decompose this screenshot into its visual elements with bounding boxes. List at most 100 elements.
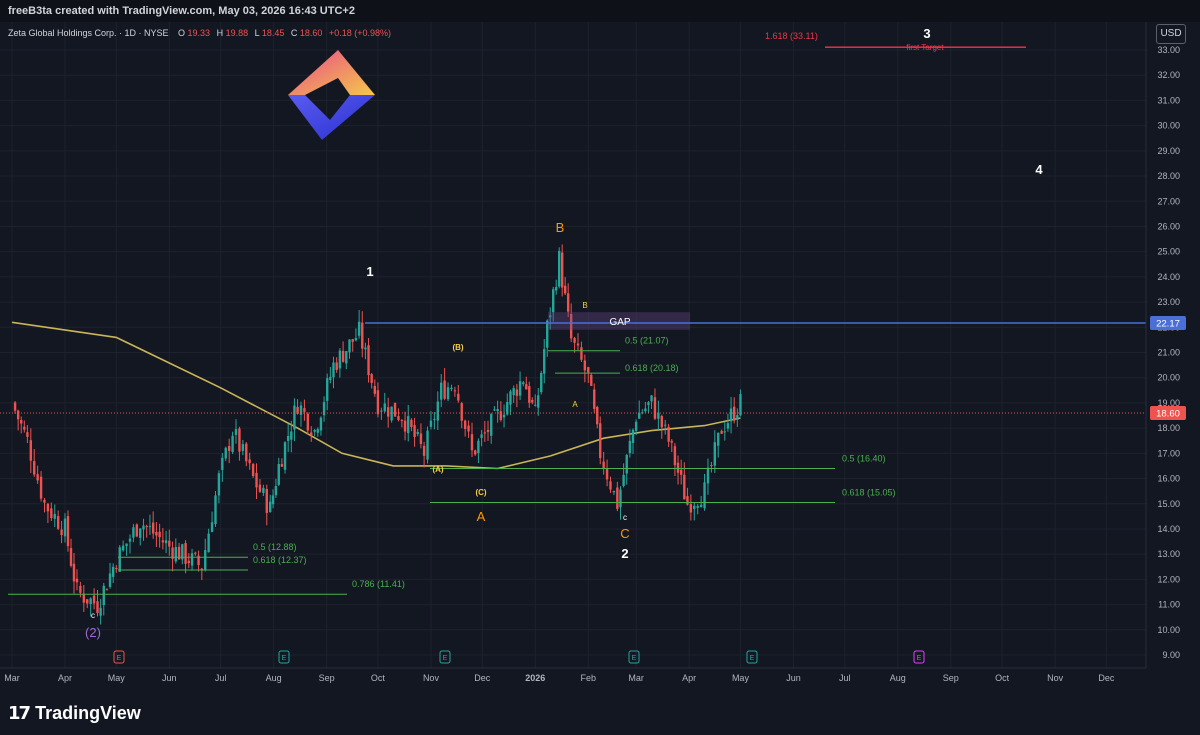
- candle-body: [509, 391, 512, 405]
- candle-body: [566, 293, 570, 312]
- candle-body: [75, 578, 79, 583]
- y-tick-label: 27.00: [1157, 196, 1180, 206]
- candle-body: [686, 496, 689, 505]
- ohlc-c: 18.60: [300, 28, 323, 38]
- candle-body: [227, 446, 231, 451]
- candle-body: [657, 412, 660, 419]
- candle-body: [723, 431, 726, 433]
- candle-body: [720, 430, 723, 434]
- x-tick-label: Sep: [943, 673, 959, 683]
- tradingview-icon: 17: [8, 702, 31, 724]
- candle-body: [580, 347, 583, 360]
- wave-label-C: C: [620, 526, 629, 541]
- candle-body: [605, 468, 609, 480]
- candle-body: [558, 251, 561, 287]
- candle-body: [729, 408, 733, 422]
- candle-body: [634, 421, 638, 431]
- x-tick-label: Apr: [58, 673, 72, 683]
- candle-body: [540, 373, 543, 393]
- y-tick-label: 18.00: [1157, 423, 1180, 433]
- candle-body: [265, 489, 268, 513]
- candle-body: [619, 489, 622, 508]
- x-tick-label: May: [732, 673, 750, 683]
- candle-body: [367, 345, 370, 376]
- candle-body: [502, 414, 506, 418]
- earnings-label: E: [632, 655, 637, 662]
- candle-body: [20, 420, 23, 424]
- candle-body: [599, 423, 602, 459]
- candle-body: [210, 522, 214, 532]
- candle-body: [713, 442, 717, 466]
- x-tick-label: Oct: [995, 673, 1010, 683]
- y-tick-label: 15.00: [1157, 499, 1180, 509]
- y-tick-label: 28.00: [1157, 171, 1180, 181]
- fib-level-label: 0.5 (16.40): [842, 453, 886, 463]
- candle-body: [383, 403, 386, 412]
- earnings-label: E: [750, 655, 755, 662]
- ohlc-o: 19.33: [188, 28, 211, 38]
- candle-body: [563, 285, 567, 294]
- candle-body: [667, 426, 670, 442]
- candle-body: [274, 486, 278, 496]
- candle-body: [354, 338, 358, 341]
- candle-body: [271, 495, 275, 505]
- y-tick-label: 21.00: [1157, 348, 1180, 358]
- last-price-text: 18.60: [1156, 409, 1180, 420]
- candle-body: [739, 394, 742, 416]
- candle-body: [217, 473, 221, 496]
- candle-body: [280, 464, 284, 467]
- y-tick-label: 9.00: [1162, 650, 1180, 660]
- wave-label-sA: A: [572, 400, 578, 409]
- candle-body: [736, 415, 739, 420]
- candle-body: [470, 434, 474, 451]
- candle-body: [419, 433, 423, 444]
- earnings-label: E: [917, 655, 922, 662]
- target-note: first Target: [906, 43, 944, 52]
- candle-body: [204, 550, 207, 571]
- candle-body: [46, 503, 50, 512]
- candle-body: [587, 367, 590, 373]
- candle-body: [303, 408, 306, 412]
- y-tick-label: 12.00: [1157, 574, 1180, 584]
- y-tick-label: 25.00: [1157, 247, 1180, 257]
- candle-body: [184, 543, 187, 564]
- candle-body: [493, 409, 496, 411]
- candle-body: [673, 446, 677, 466]
- x-tick-label: Nov: [1047, 673, 1064, 683]
- candle-body: [345, 351, 348, 364]
- candle-body: [710, 465, 713, 467]
- candle-body: [125, 543, 128, 547]
- candle-body: [660, 415, 663, 428]
- candle-body: [543, 349, 546, 374]
- candle-body: [612, 490, 616, 493]
- candle-body: [310, 432, 313, 436]
- candle-body: [168, 540, 171, 547]
- candle-body: [679, 469, 683, 475]
- candle-body: [105, 589, 109, 591]
- tradingview-logo[interactable]: 17 TradingView: [8, 702, 141, 724]
- fib-level-label: 0.5 (21.07): [625, 336, 669, 346]
- candle-body: [373, 386, 377, 394]
- x-tick-label: May: [108, 673, 126, 683]
- candle-body: [161, 540, 165, 543]
- candle-body: [335, 362, 338, 370]
- candle-body: [277, 463, 280, 485]
- candle-body: [416, 431, 419, 435]
- earnings-label: E: [117, 655, 122, 662]
- candle-body: [43, 499, 46, 503]
- ohlc-h: 19.88: [226, 28, 249, 38]
- price-chart[interactable]: GAP 0.5 (21.07) 0.618 (20.18) 0.5 (16.40) 0.…: [0, 0, 1200, 735]
- candle-body: [403, 420, 407, 432]
- fib-level-label: 0.618 (12.37): [253, 555, 307, 565]
- candle-body: [108, 573, 112, 587]
- wave-label-pA: (A): [432, 465, 443, 474]
- candle-body: [631, 429, 635, 443]
- candle-body: [290, 431, 293, 440]
- candle-body: [647, 402, 650, 406]
- x-tick-label: Aug: [266, 673, 282, 683]
- candle-body: [29, 440, 33, 461]
- candle-body: [155, 532, 158, 536]
- currency-button[interactable]: USD: [1156, 24, 1186, 44]
- candle-body: [664, 424, 667, 426]
- candle-body: [413, 425, 416, 438]
